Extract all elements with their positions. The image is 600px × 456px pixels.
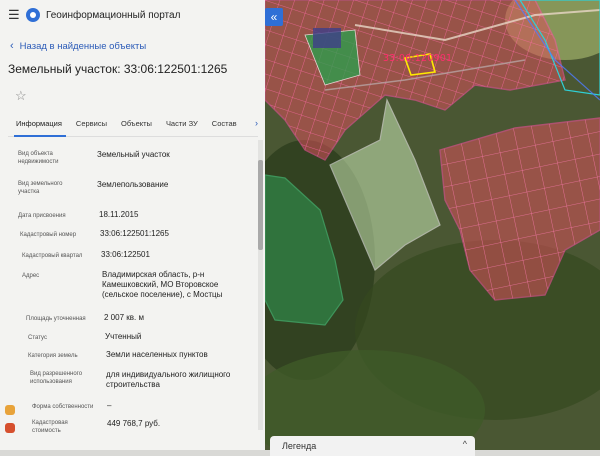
- favorite-star-icon[interactable]: ☆: [15, 88, 27, 104]
- tab-services[interactable]: Сервисы: [68, 116, 113, 136]
- field-label: Форма собственности: [32, 404, 94, 410]
- field-label: Вид объекта недвижимости: [18, 151, 59, 165]
- field-value: Землепользование: [97, 180, 169, 189]
- field-label: Категория земель: [28, 353, 78, 359]
- tab-bar: Информация Сервисы Объекты Части ЗУ Сост…: [8, 116, 258, 137]
- app-dock-icon[interactable]: [5, 405, 15, 415]
- app-dock-icon[interactable]: [5, 423, 15, 433]
- app-header: ☰ Геоинформационный портал: [0, 0, 265, 30]
- tab-composition[interactable]: Состав: [204, 116, 243, 136]
- menu-icon[interactable]: ☰: [8, 7, 20, 23]
- field-value: –: [107, 401, 112, 410]
- page-title: Земельный участок: 33:06:122501:1265: [8, 62, 228, 76]
- map-view[interactable]: [265, 0, 600, 450]
- field-label: Кадастровый номер: [20, 232, 77, 238]
- chevron-up-icon: ^: [462, 439, 467, 449]
- field-value: Владимирская область, р-н Камешковский, …: [102, 270, 223, 299]
- back-link-label: Назад в найденные объекты: [19, 40, 147, 52]
- field-label: Дата присвоения: [18, 213, 66, 219]
- field-value: 33:06:122501:1265: [100, 229, 169, 238]
- field-label: Площадь уточненная: [26, 316, 86, 322]
- scrollbar-thumb[interactable]: [258, 160, 263, 250]
- field-label: Статус: [28, 335, 47, 341]
- field-value: Земельный участок: [97, 150, 170, 159]
- field-value: 449 768,7 руб.: [107, 419, 161, 428]
- field-label: Кадастровый квартал: [22, 253, 83, 259]
- app-title: Геоинформационный портал: [46, 9, 181, 21]
- field-value: для индивидуального жилищного строительс…: [106, 370, 231, 389]
- tab-information[interactable]: Информация: [8, 116, 68, 137]
- field-label: Вид разрешенного использования: [30, 371, 83, 385]
- legend-panel[interactable]: Легенда ^: [270, 436, 475, 456]
- double-chevron-left-icon: «: [270, 10, 278, 24]
- map-canvas[interactable]: [265, 0, 600, 450]
- field-value: 18.11.2015: [99, 210, 139, 219]
- chevron-left-icon: ‹: [10, 40, 14, 52]
- field-value: 2 007 кв. м: [104, 313, 144, 322]
- tabs-scroll-right-icon[interactable]: ›: [255, 118, 258, 128]
- collapse-panel-button[interactable]: «: [265, 8, 283, 26]
- back-link[interactable]: ‹ Назад в найденные объекты: [10, 40, 146, 52]
- dock-icons: [5, 405, 17, 441]
- field-value: Учтенный: [105, 332, 142, 341]
- tab-objects[interactable]: Объекты: [113, 116, 158, 136]
- tab-parts[interactable]: Части ЗУ: [158, 116, 204, 136]
- info-panel: ☰ Геоинформационный портал ‹ Назад в най…: [0, 0, 266, 450]
- field-label: Вид земельного участка: [18, 181, 63, 195]
- field-label: Адрес: [22, 273, 40, 279]
- cadastral-label: 33:06:120901: [383, 53, 453, 64]
- portal-logo-icon: [26, 8, 40, 22]
- field-value: Земли населенных пунктов: [106, 350, 208, 359]
- field-value: 33:06:122501: [101, 250, 150, 259]
- field-label: Кадастровая стоимость: [32, 420, 68, 434]
